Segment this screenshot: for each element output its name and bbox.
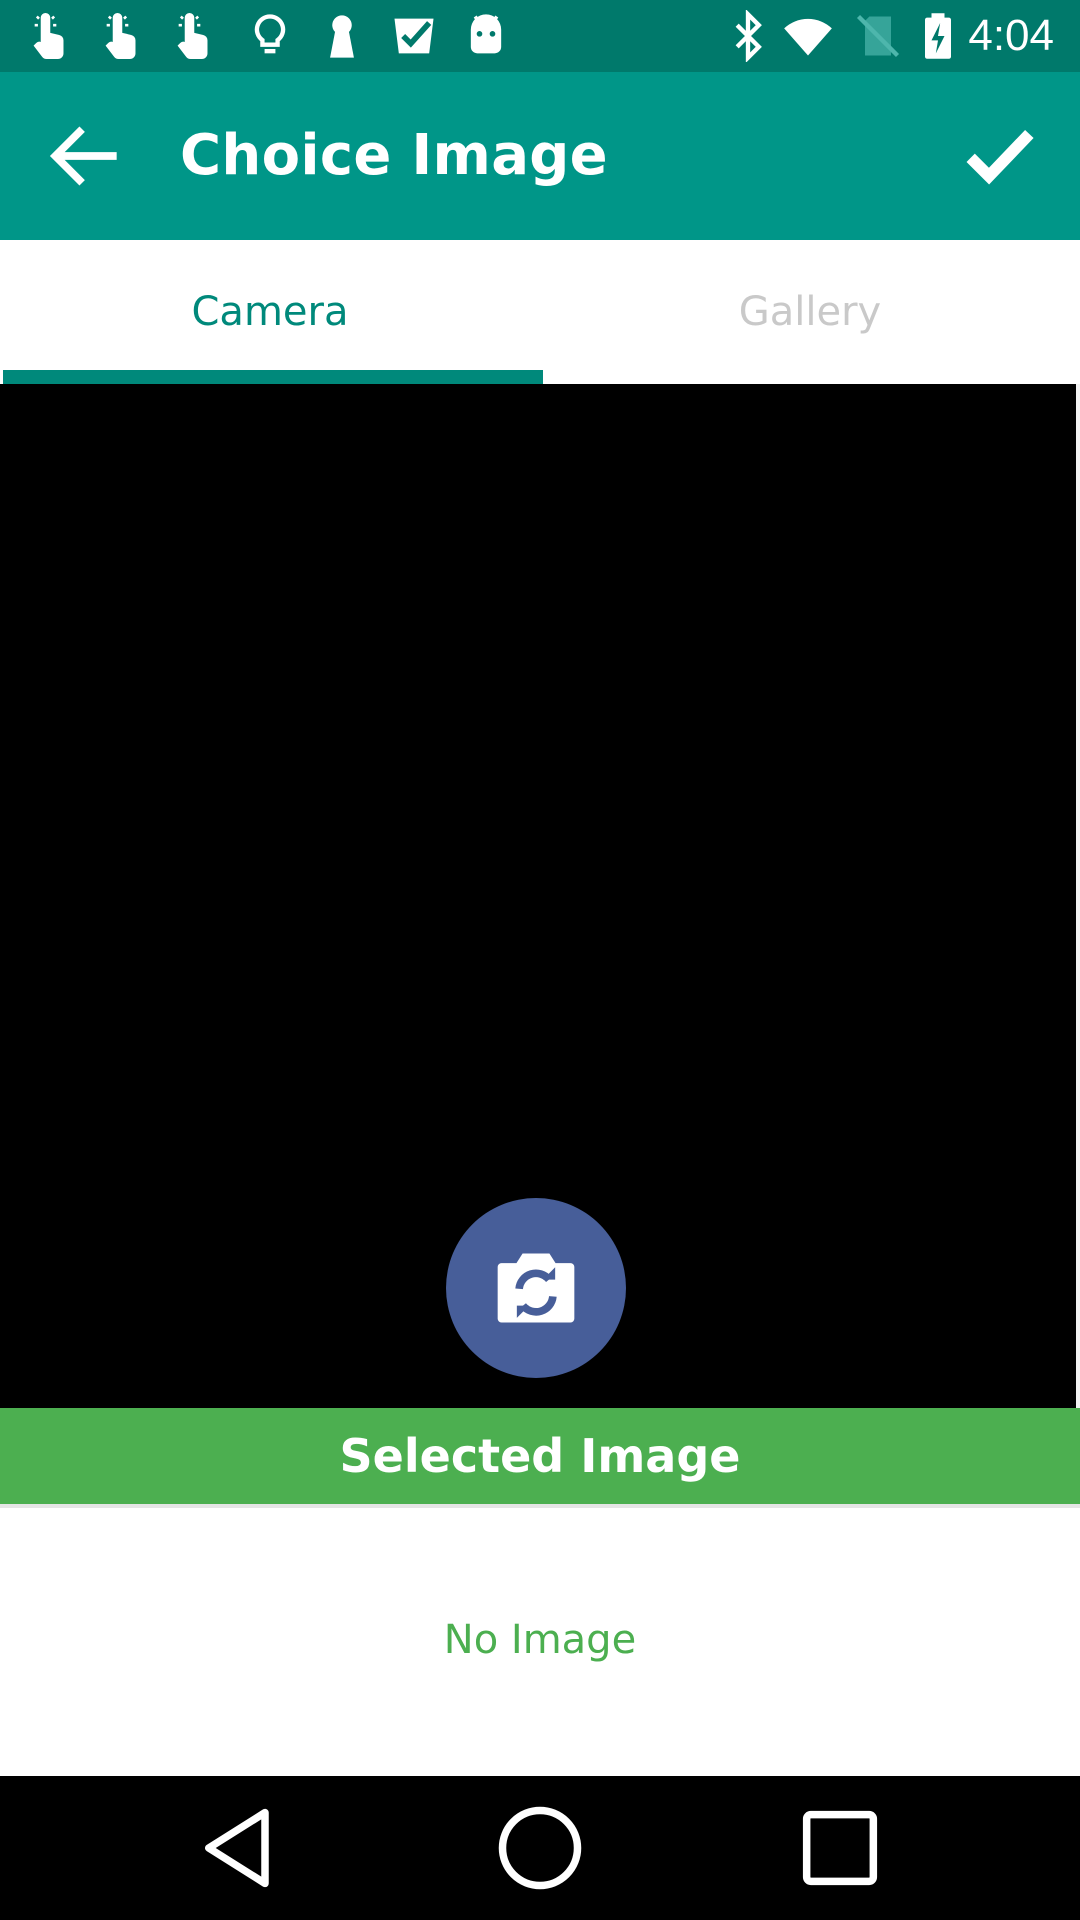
tab-gallery[interactable]: Gallery bbox=[540, 240, 1080, 384]
navigation-bar bbox=[0, 1776, 1080, 1920]
nav-recents-button[interactable] bbox=[790, 1798, 890, 1898]
touch-icon bbox=[26, 10, 78, 62]
nav-back-button[interactable] bbox=[190, 1798, 290, 1898]
status-bar: 4:04 bbox=[0, 0, 1080, 72]
touch-icon bbox=[170, 10, 222, 62]
divider bbox=[0, 1504, 1080, 1508]
back-button[interactable] bbox=[40, 110, 132, 202]
wifi-icon bbox=[782, 10, 834, 62]
app-bar: Choice Image bbox=[0, 72, 1080, 240]
switch-camera-icon bbox=[497, 1253, 575, 1323]
android-icon bbox=[460, 10, 512, 62]
no-image-text: No Image bbox=[443, 1617, 637, 1663]
status-time: 4:04 bbox=[968, 11, 1054, 60]
tab-indicator bbox=[3, 370, 543, 384]
confirm-button[interactable] bbox=[956, 112, 1044, 200]
touch-icon bbox=[98, 10, 150, 62]
arrow-left-icon bbox=[49, 126, 117, 186]
checklist-icon bbox=[388, 10, 440, 62]
check-icon bbox=[966, 129, 1034, 185]
edge-divider bbox=[1076, 384, 1080, 1408]
battery-charging-icon bbox=[912, 10, 964, 62]
keyhole-icon bbox=[316, 10, 368, 62]
tab-bar: Camera Gallery bbox=[0, 240, 1080, 384]
recents-square-icon bbox=[802, 1810, 878, 1886]
screen: 4:04 Choice Image Camera Gallery Selecte… bbox=[0, 0, 1080, 1920]
lightbulb-icon bbox=[244, 10, 296, 62]
no-sim-icon bbox=[852, 10, 904, 62]
bluetooth-icon bbox=[722, 10, 774, 62]
nav-home-button[interactable] bbox=[490, 1798, 590, 1898]
back-triangle-icon bbox=[205, 1808, 269, 1888]
tab-camera[interactable]: Camera bbox=[0, 240, 540, 384]
selected-image-header: Selected Image bbox=[0, 1408, 1080, 1504]
home-circle-icon bbox=[498, 1806, 582, 1890]
switch-camera-button[interactable] bbox=[446, 1198, 626, 1378]
page-title: Choice Image bbox=[180, 123, 608, 188]
